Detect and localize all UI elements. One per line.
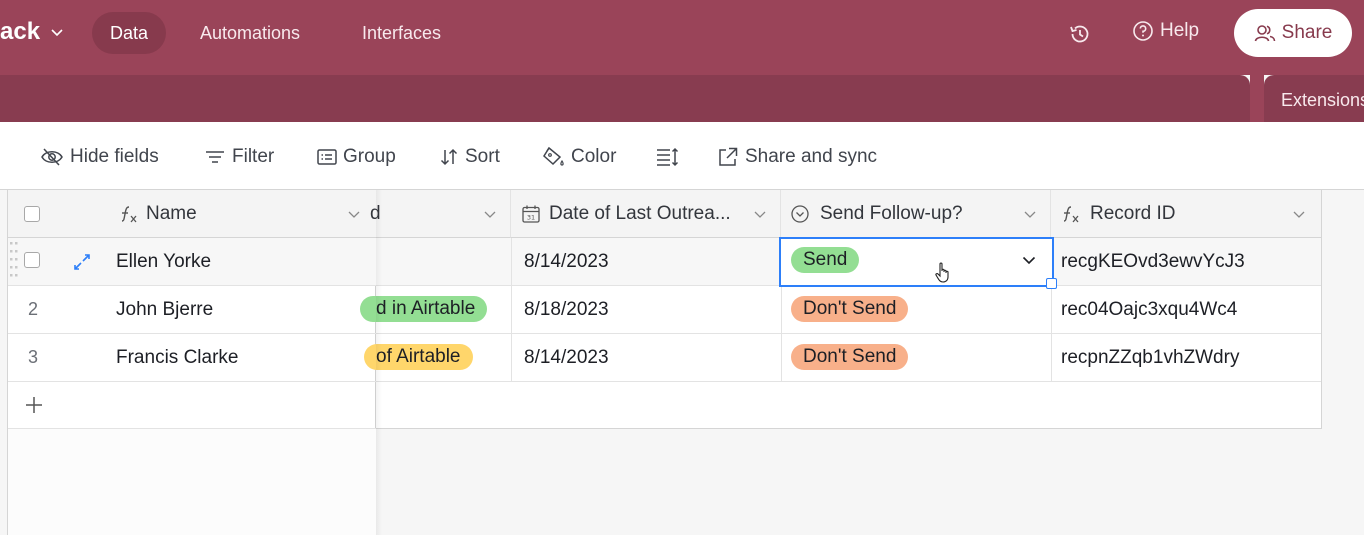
follow-up-cell[interactable]: Don't Send (791, 344, 909, 370)
column-header-name[interactable]: Name (8, 190, 376, 238)
record-id-cell[interactable]: rec04Oajc3xqu4Wc4 (1061, 299, 1237, 321)
column-label: Send Follow-up? (820, 202, 963, 224)
date-cell[interactable]: 8/18/2023 (524, 299, 609, 321)
row-height-icon (657, 147, 679, 167)
row-number: 2 (28, 299, 39, 319)
eye-slash-icon (41, 148, 63, 166)
hide-fields-button[interactable]: Hide fields (40, 145, 159, 169)
tab-automations[interactable]: Automations (182, 12, 318, 54)
external-link-icon (719, 147, 738, 166)
date-cell[interactable]: 8/14/2023 (524, 251, 609, 273)
hide-fields-label: Hide fields (70, 146, 159, 167)
base-name: ack (0, 18, 41, 45)
name-cell: Francis Clarke (116, 346, 239, 368)
tab-data[interactable]: Data (92, 12, 167, 54)
share-and-sync-button[interactable]: Share and sync (717, 145, 877, 169)
follow-up-pill: Don't Send (791, 344, 909, 370)
table-tabs-bar (0, 75, 1250, 122)
chevron-down-icon[interactable] (483, 207, 497, 221)
chevron-down-icon[interactable] (753, 207, 767, 221)
row-height-button[interactable] (656, 145, 686, 169)
date-cell[interactable]: 8/14/2023 (524, 347, 609, 369)
color-button[interactable]: Color (541, 145, 616, 169)
chevron-down-icon[interactable] (1292, 207, 1306, 221)
fill-handle[interactable] (1046, 278, 1057, 289)
sort-button[interactable]: Sort (439, 145, 500, 169)
follow-up-cell[interactable]: Don't Send (791, 296, 909, 322)
scrolling-columns-pane: d 31 Date of Last Outrea... Send Follow-… (360, 190, 1322, 429)
table-row[interactable]: 3 Francis Clarke (8, 334, 376, 382)
follow-up-pill: Don't Send (791, 296, 909, 322)
plus-icon[interactable] (24, 395, 44, 415)
column-header-date[interactable]: 31 Date of Last Outrea... (511, 190, 781, 238)
formula-icon (1063, 206, 1079, 223)
users-icon (1254, 25, 1275, 42)
help-icon (1133, 21, 1153, 41)
group-label: Group (343, 146, 396, 167)
add-record-row[interactable] (8, 382, 376, 429)
column-label: Date of Last Outrea... (549, 202, 731, 224)
frozen-column-pane: Name Ellen Yorke 2 John Bjerre 3 Francis… (7, 190, 376, 535)
base-name-menu[interactable]: ack (0, 18, 64, 46)
row-checkbox[interactable] (24, 252, 40, 268)
column-header-record-id[interactable]: Record ID (1051, 190, 1321, 238)
calendar-icon: 31 (522, 205, 540, 223)
column-label: Name (146, 202, 197, 224)
single-select-icon (791, 205, 809, 223)
row-number: 3 (28, 347, 39, 367)
formula-icon (121, 206, 137, 223)
sort-icon (440, 148, 458, 166)
tab-interfaces[interactable]: Interfaces (344, 12, 459, 54)
column-header-status[interactable]: d (370, 190, 511, 238)
paint-bucket-icon (543, 146, 564, 166)
chevron-down-icon[interactable] (1023, 207, 1037, 221)
table-row[interactable]: Ellen Yorke (8, 238, 376, 286)
column-label: Record ID (1090, 202, 1176, 224)
name-cell: Ellen Yorke (116, 250, 212, 272)
group-icon (317, 149, 337, 165)
drag-handle-icon[interactable] (9, 241, 19, 283)
history-icon[interactable] (1068, 22, 1092, 46)
extensions-button[interactable]: Extensions (1264, 75, 1364, 122)
filter-icon (206, 151, 224, 163)
selected-follow-up-cell[interactable]: Send (779, 237, 1054, 287)
help-label: Help (1160, 20, 1200, 41)
color-label: Color (571, 146, 617, 167)
chevron-down-icon[interactable] (347, 207, 361, 221)
share-sync-label: Share and sync (745, 146, 878, 167)
sort-label: Sort (465, 146, 500, 167)
follow-up-pill: Send (791, 247, 860, 273)
table-row[interactable]: 2 John Bjerre (8, 286, 376, 334)
help-button[interactable]: Help (1132, 20, 1199, 42)
svg-text:31: 31 (527, 214, 535, 222)
filter-button[interactable]: Filter (204, 145, 274, 169)
record-id-cell[interactable]: recgKEOvd3ewvYcJ3 (1061, 251, 1245, 273)
hand-pointer-cursor-icon (935, 262, 949, 283)
group-button[interactable]: Group (317, 145, 396, 169)
column-header-follow-up[interactable]: Send Follow-up? (781, 190, 1051, 238)
share-button[interactable]: Share (1234, 9, 1352, 57)
app-header: ack Data Automations Interfaces Help Sha… (0, 0, 1364, 75)
add-record-row[interactable] (376, 382, 1321, 429)
select-all-checkbox[interactable] (24, 206, 40, 222)
name-cell: John Bjerre (116, 298, 214, 320)
chevron-down-icon (51, 29, 63, 37)
record-id-cell[interactable]: recpnZZqb1vhZWdry (1061, 347, 1239, 369)
share-label: Share (1281, 22, 1333, 43)
expand-record-icon[interactable] (72, 252, 92, 272)
view-toolbar: Hide fields Filter Group Sort Color Shar… (0, 122, 1364, 190)
filter-label: Filter (232, 146, 275, 167)
chevron-down-icon[interactable] (1021, 252, 1037, 268)
